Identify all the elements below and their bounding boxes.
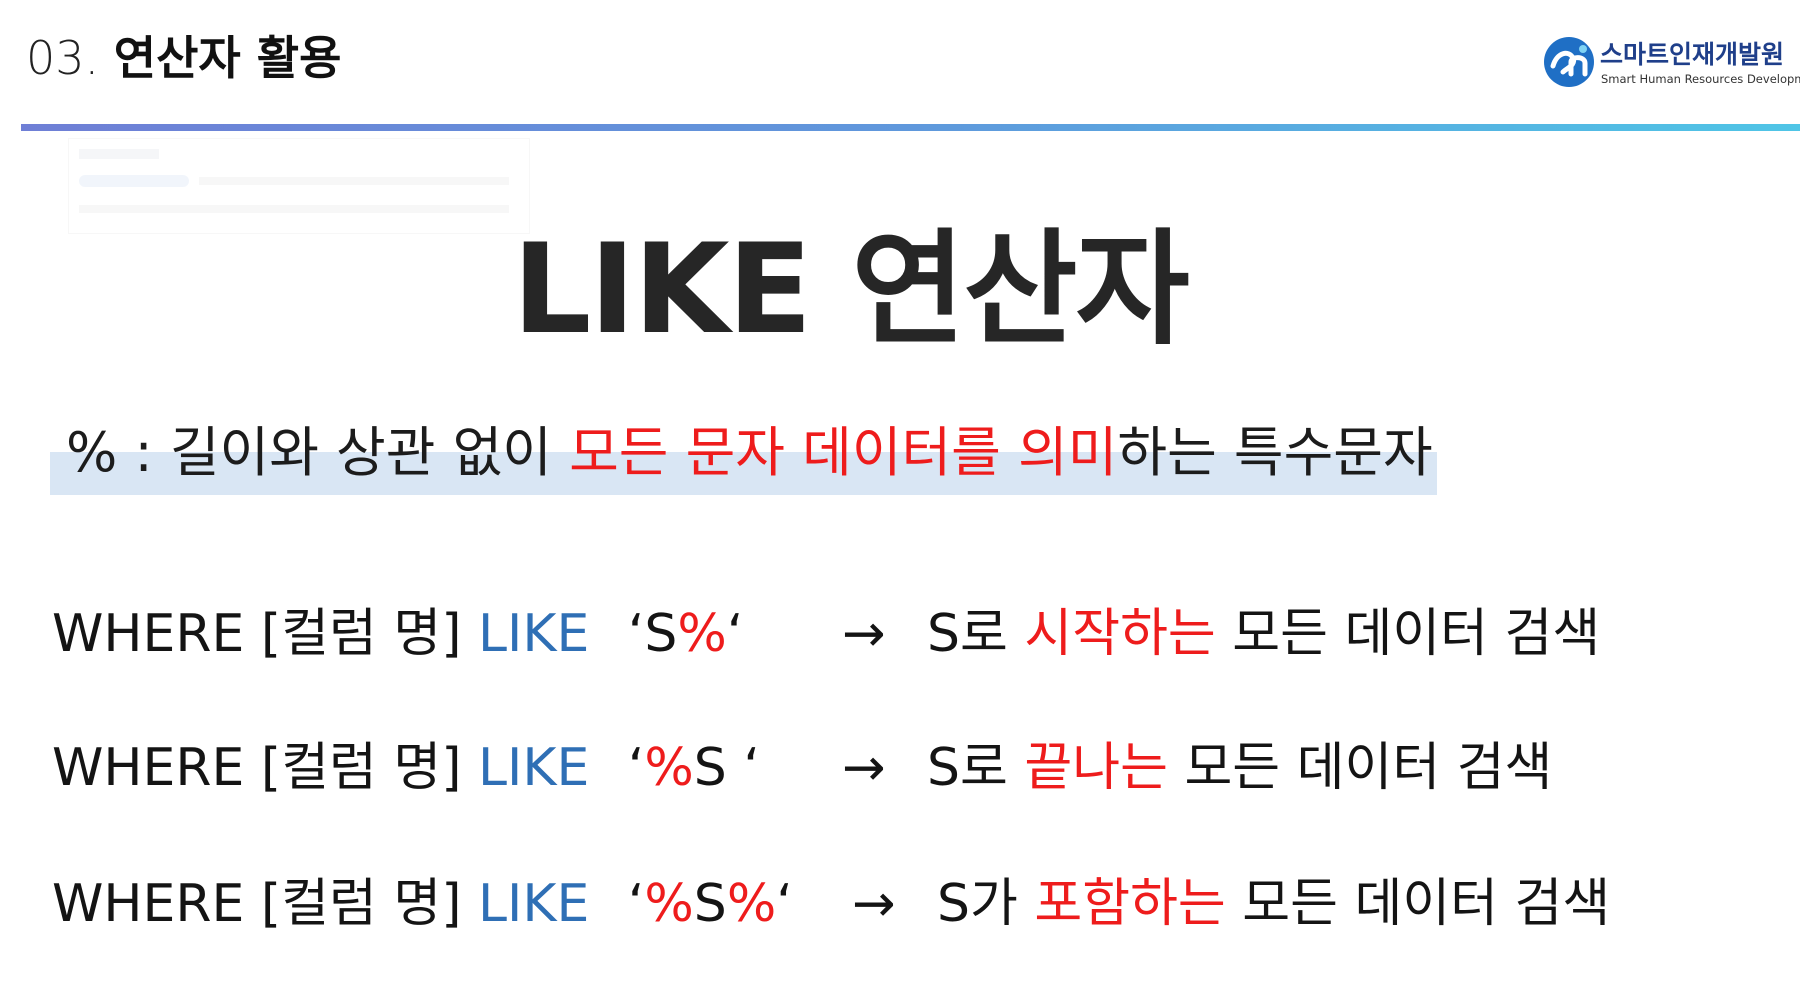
row-description: S가 포함하는 모든 데이터 검색 — [937, 864, 1610, 944]
logo-name: 스마트인재개발원 — [1600, 40, 1785, 69]
where-clause: WHERE [컬럼 명] — [52, 738, 479, 798]
row-subject: S가 — [937, 874, 1035, 934]
row-emphasis: 포함하는 — [1034, 874, 1226, 934]
row-emphasis: 끝나는 — [1024, 738, 1168, 798]
header-divider — [21, 124, 1800, 131]
pattern-percent: % — [677, 604, 727, 664]
section-number: 03. — [26, 31, 100, 85]
pattern-percent: % — [644, 874, 694, 934]
row-subject: S로 — [927, 738, 1025, 798]
pattern-percent-2: % — [726, 874, 777, 934]
pattern-mid: S — [693, 874, 727, 934]
like-keyword: LIKE — [478, 874, 590, 934]
row-subject: S로 — [927, 604, 1025, 664]
definition-emphasis: 모든 문자 데이터를 의미 — [569, 421, 1118, 484]
like-keyword: LIKE — [478, 604, 590, 664]
row-emphasis: 시작하는 — [1024, 604, 1216, 664]
pattern-pre: S — [644, 604, 678, 664]
where-clause: WHERE [컬럼 명] — [52, 604, 479, 664]
main-title: LIKE 연산자 — [512, 218, 1189, 362]
like-example-row-ends-with: WHERE [컬럼 명] LIKE ‘%S ‘ → S로 끝나는 모든 데이터 … — [52, 728, 1552, 808]
quote-open: ‘ — [627, 738, 645, 798]
like-keyword: LIKE — [478, 738, 590, 798]
definition-prefix: % : 길이와 상관 없이 — [66, 421, 570, 484]
where-clause: WHERE [컬럼 명] — [52, 874, 479, 934]
quote-close: ‘ — [743, 738, 760, 798]
quote-open: ‘ — [627, 874, 645, 934]
pattern-percent: % — [644, 738, 694, 798]
quote-close: ‘ — [726, 604, 744, 664]
logo-subtitle: Smart Human Resources Development — [1601, 72, 1800, 86]
definition-line: % : 길이와 상관 없이 모든 문자 데이터를 의미하는 특수문자 — [66, 418, 1433, 488]
arrow-icon: → — [852, 874, 896, 934]
definition-suffix: 하는 특수문자 — [1117, 421, 1433, 484]
row-tail: 모든 데이터 검색 — [1225, 874, 1611, 934]
quote-open: ‘ — [627, 604, 645, 664]
logo-mark-icon — [1544, 37, 1594, 87]
section-title: 연산자 활용 — [113, 31, 342, 85]
row-description: S로 시작하는 모든 데이터 검색 — [927, 594, 1600, 674]
pattern-mid: S — [693, 738, 744, 798]
page-header-title: 03. 연산자 활용 — [26, 28, 341, 88]
company-logo: 스마트인재개발원 Smart Human Resources Developme… — [1543, 36, 1800, 92]
row-description: S로 끝나는 모든 데이터 검색 — [927, 728, 1552, 808]
row-tail: 모든 데이터 검색 — [1215, 604, 1601, 664]
quote-close: ‘ — [776, 874, 793, 934]
row-tail: 모든 데이터 검색 — [1167, 738, 1553, 798]
arrow-icon: → — [842, 738, 886, 798]
like-example-row-contains: WHERE [컬럼 명] LIKE ‘%S%‘ → S가 포함하는 모든 데이터… — [52, 864, 1610, 944]
arrow-icon: → — [842, 604, 886, 664]
like-example-row-starts-with: WHERE [컬럼 명] LIKE ‘S%‘ → S로 시작하는 모든 데이터 … — [52, 594, 1600, 674]
